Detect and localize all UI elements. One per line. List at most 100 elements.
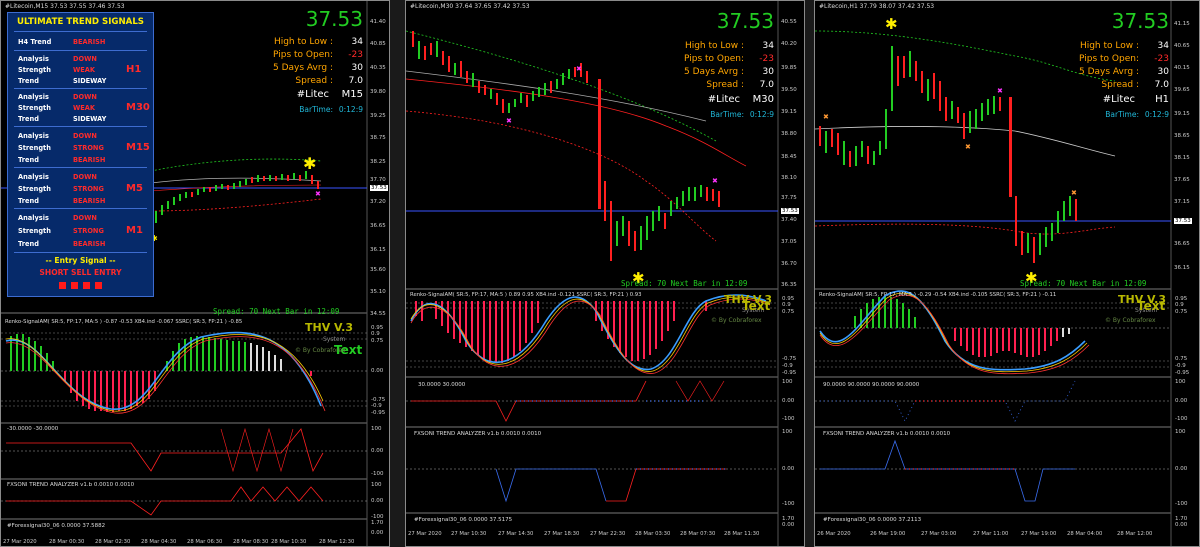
signal-value: STRONG	[73, 227, 104, 235]
h4-trend-label: H4 Trend	[18, 38, 52, 46]
renko-indicator-label: Renko-SignalAM( SR:5, FP:17, MA:5 ) 0.89…	[410, 292, 642, 298]
bartime-label: BarTime:	[710, 110, 744, 119]
signal-value: WEAK	[73, 66, 95, 74]
cobraforex-label: © By Cobraforex	[295, 347, 346, 354]
signal-value: DOWN	[73, 132, 97, 140]
entry-square-2	[71, 282, 78, 289]
text-label: Text	[742, 299, 771, 313]
symbol-label: #Litec	[707, 94, 740, 105]
entry-square-4	[95, 282, 102, 289]
signal-timeframe: M15	[126, 142, 150, 153]
pane3-label: 30.0000 30.0000	[418, 382, 466, 388]
svg-text:✖: ✖	[965, 143, 971, 151]
high-low-label: High to Low :	[1079, 41, 1139, 51]
svg-text:✖: ✖	[1071, 189, 1077, 197]
days-avg-value: 30	[1157, 67, 1169, 77]
signal-label: Analysis	[18, 173, 49, 181]
pane3-label: -30.0000 -30.0000	[7, 426, 59, 432]
spread-value: 7.0	[1154, 80, 1169, 90]
signal-label: Trend	[18, 197, 39, 205]
bartime-value: 0:12:9	[749, 110, 774, 119]
high-low-label: High to Low :	[684, 41, 744, 51]
signal-value: BEARISH	[73, 240, 106, 248]
high-low-value: 34	[1157, 41, 1169, 51]
symbol-label: #Litec	[1102, 94, 1135, 105]
cobraforex-label: © By Cobraforex	[711, 317, 762, 324]
signal-label: Analysis	[18, 55, 49, 63]
signal-label: Analysis	[18, 93, 49, 101]
signal-value: STRONG	[73, 185, 104, 193]
bartime-label: BarTime:	[299, 105, 333, 114]
forexsignal-label: #Forexsignal30_06 0.0000 37.5882	[7, 523, 106, 529]
pips-open-value: -23	[348, 50, 363, 60]
pips-open-label: Pips to Open:	[1079, 54, 1139, 64]
pips-open-value: -23	[1154, 54, 1169, 64]
cobraforex-label: © By Cobraforex	[1105, 317, 1156, 324]
histogram-m30	[415, 301, 707, 363]
renko-indicator-label: Renko-SignalAM( SR:5, FP:17, MA:5 ) -0.2…	[819, 292, 1057, 298]
candles-m15	[155, 171, 319, 223]
thv-label: THV V.3	[305, 321, 353, 334]
signal-timeframe: H1	[126, 64, 142, 75]
days-avg-label: 5 Days Avrg :	[1078, 67, 1139, 77]
chart-window-m30[interactable]: #Litecoin,M30 37.64 37.65 37.42 37.53 ✱ …	[405, 0, 805, 547]
spread-value: 7.0	[759, 80, 774, 90]
bartime-value: 0:12:9	[1144, 110, 1169, 119]
chart-canvas-m30[interactable]: ✱ ✖ ✖ ✖	[406, 1, 804, 546]
signal-label: Strength	[18, 185, 51, 193]
pips-open-label: Pips to Open:	[684, 54, 744, 64]
high-low-label: High to Low :	[273, 37, 333, 47]
spread-nextbar-text: Spread: 70 Next Bar in 12:09	[621, 279, 748, 288]
price-axis: 41.40 40.85 40.35 39.80 39.25 38.75 38.2…	[370, 19, 388, 317]
ultimate-trend-signals-panel: ULTIMATE TREND SIGNALS H4 Trend BEARISH …	[7, 12, 154, 297]
h4-trend-value: BEARISH	[73, 38, 106, 46]
fxsoni-label: FXSONI TREND ANALYZER v1.b 0.0010 0.0010	[7, 482, 135, 488]
timeframe-label: M30	[752, 94, 774, 105]
signal-label: Strength	[18, 66, 51, 74]
signal-value: BEARISH	[73, 197, 106, 205]
renko-indicator-label: Renko-SignalAM( SR:5, FP:17, MA:5 ) -0.8…	[5, 319, 243, 325]
signal-label: Trend	[18, 115, 39, 123]
forexsignal-label: #Forexsignal30_06 0.0000 37.5175	[414, 517, 513, 523]
fxsoni-label: FXSONI TREND ANALYZER v1.b 0.0010 0.0010	[823, 431, 951, 437]
signal-timeframe: M5	[126, 183, 143, 194]
signal-label: Strength	[18, 104, 51, 112]
spread-label: Spread :	[295, 76, 333, 86]
forexsignal-label: #Forexsignal30_06 0.0000 37.2113	[823, 517, 922, 523]
signal-label: Trend	[18, 156, 39, 164]
entry-signal-title: -- Entry Signal --	[45, 256, 116, 265]
time-axis: 27 Mar 2020 28 Mar 00:30 28 Mar 02:30 28…	[3, 539, 355, 545]
signal-value: SIDEWAY	[73, 115, 107, 123]
chart-window-h1[interactable]: #Litecoin,H1 37.79 38.07 37.42 37.53 ✱ ✱…	[814, 0, 1200, 547]
candles-m30	[412, 31, 720, 261]
price-display: 37.53	[305, 7, 363, 31]
svg-text:✖: ✖	[712, 177, 718, 185]
bartime-label: BarTime:	[1105, 110, 1139, 119]
bartime-value: 0:12:9	[338, 105, 363, 114]
system-label: System	[323, 336, 346, 343]
star-marker: ✱	[303, 154, 316, 173]
symbol-label: #Litec	[296, 89, 329, 100]
signal-value: WEAK	[73, 104, 95, 112]
histogram-h1	[854, 296, 1070, 357]
chart-window-m15[interactable]: #Litecoin,M15 37.53 37.55 37.46 37.53 ✱ …	[0, 0, 390, 547]
signal-value: SIDEWAY	[73, 77, 107, 85]
signal-value: STRONG	[73, 144, 104, 152]
chart-canvas-h1[interactable]: ✱ ✱ ✖ ✖ ✖ ✖	[815, 1, 1199, 546]
pane3-label: 90.0000 90.0000 90.0000 90.0000	[823, 382, 920, 388]
svg-text:✖: ✖	[315, 190, 321, 198]
svg-text:✖: ✖	[997, 87, 1003, 95]
text-label: Text	[1137, 299, 1166, 313]
svg-text:✖: ✖	[823, 113, 829, 121]
spread-label: Spread :	[706, 80, 744, 90]
time-axis: 27 Mar 2020 27 Mar 10:30 27 Mar 14:30 27…	[408, 531, 760, 537]
signal-label: Trend	[18, 240, 39, 248]
signal-label: Trend	[18, 77, 39, 85]
price-display: 37.53	[1111, 9, 1169, 33]
entry-square-1	[59, 282, 66, 289]
svg-text:✖: ✖	[576, 65, 582, 73]
signal-value: DOWN	[73, 214, 97, 222]
signal-label: Analysis	[18, 214, 49, 222]
pips-open-label: Pips to Open:	[273, 50, 333, 60]
signals-title: ULTIMATE TREND SIGNALS	[17, 17, 144, 27]
